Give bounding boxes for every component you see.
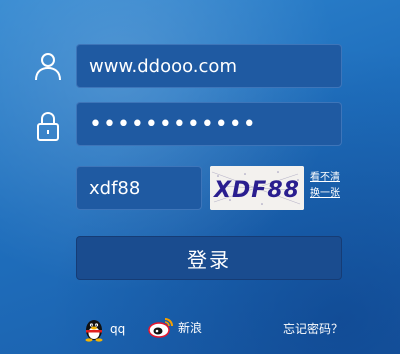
forgot-password-link[interactable]: 忘记密码？ bbox=[283, 320, 343, 337]
username-value: www.ddooo.com bbox=[89, 55, 237, 77]
cant-see-link[interactable]: 看不清 bbox=[310, 170, 350, 186]
qq-label: qq bbox=[110, 322, 126, 336]
qq-login[interactable]: qq bbox=[82, 316, 125, 342]
weibo-icon bbox=[148, 318, 173, 338]
captcha-input[interactable]: xdf88 bbox=[76, 166, 202, 210]
weibo-login[interactable]: 新浪 bbox=[148, 316, 202, 338]
password-value: •••••••••••• bbox=[89, 111, 257, 137]
lock-icon bbox=[32, 110, 64, 142]
captcha-image-text: XDF88 bbox=[212, 178, 300, 203]
password-field[interactable]: •••••••••••• bbox=[76, 102, 342, 146]
qq-penguin-icon bbox=[85, 320, 103, 342]
username-field[interactable]: www.ddooo.com bbox=[76, 44, 342, 88]
captcha-refresh-links: 看不清 换一张 bbox=[310, 170, 350, 202]
captcha-input-value: xdf88 bbox=[89, 177, 141, 199]
weibo-label: 新浪 bbox=[178, 320, 203, 335]
change-captcha-link[interactable]: 换一张 bbox=[310, 186, 350, 202]
login-button[interactable]: 登录 bbox=[76, 236, 342, 280]
captcha-image[interactable]: XDF88 bbox=[210, 166, 304, 210]
user-icon bbox=[32, 50, 64, 82]
